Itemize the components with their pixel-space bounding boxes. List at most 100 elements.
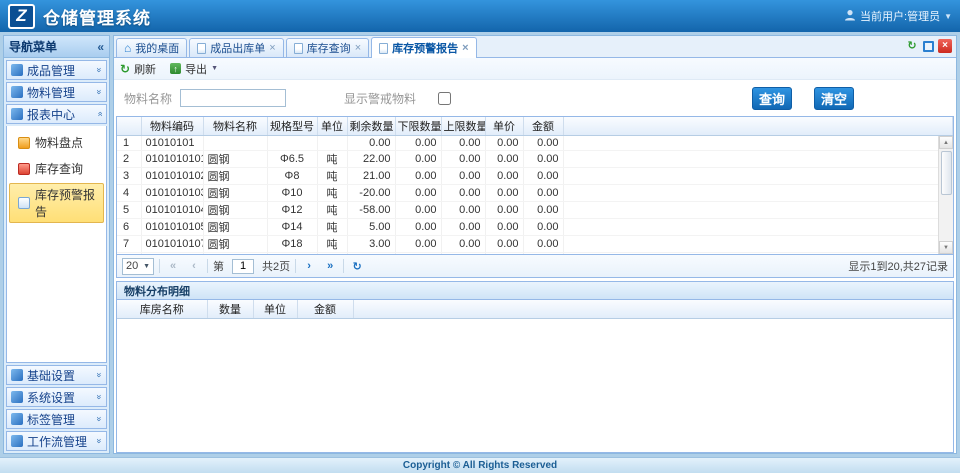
col-spec-model[interactable]: 规格型号 bbox=[267, 117, 317, 135]
col-rownum bbox=[117, 117, 141, 135]
home-icon: ⌂ bbox=[124, 42, 131, 54]
scroll-down-icon[interactable]: ▼ bbox=[939, 241, 953, 254]
next-page-button[interactable]: › bbox=[301, 258, 317, 274]
sidebar-item-stock-query[interactable]: 库存查询 bbox=[9, 157, 104, 180]
label-module-icon bbox=[11, 413, 23, 425]
sidebar-group-material-mgmt[interactable]: 物料管理 » bbox=[6, 82, 107, 102]
detail-section-header: 物料分布明细 bbox=[116, 281, 954, 300]
cell-upper-limit: 0.00 bbox=[441, 201, 485, 218]
cell-rownum: 3 bbox=[117, 167, 141, 184]
sidebar-group-workflow-mgmt[interactable]: 工作流管理 » bbox=[6, 431, 107, 451]
page-size-select[interactable]: 20 ▼ bbox=[122, 258, 154, 275]
clear-button[interactable]: 清空 bbox=[814, 87, 854, 110]
document-icon bbox=[379, 43, 388, 54]
detail-section-title: 物料分布明细 bbox=[124, 283, 190, 299]
sidebar-group-report-center[interactable]: 报表中心 » bbox=[6, 104, 107, 124]
chevron-expand-icon: » bbox=[94, 394, 104, 399]
tab-close-icon[interactable]: × bbox=[462, 43, 468, 54]
cell-material-name: 圆钢 bbox=[203, 201, 267, 218]
page-number-input[interactable] bbox=[232, 259, 254, 274]
table-row[interactable]: 5 0101010104 圆钢 Φ12 吨 -58.00 0.00 0.00 0… bbox=[117, 201, 953, 218]
table-row[interactable]: 3 0101010102 圆钢 Φ8 吨 21.00 0.00 0.00 0.0… bbox=[117, 167, 953, 184]
col-amount[interactable]: 金额 bbox=[297, 300, 353, 318]
sidebar-group-label: 系统设置 bbox=[27, 389, 75, 406]
accordion-menu: 成品管理 » 物料管理 » 报表中心 » 物料盘点 bbox=[4, 58, 109, 453]
table-row[interactable]: 1 01010101 0.00 0.00 0.00 0.00 0.00 bbox=[117, 135, 953, 150]
tab-my-desktop[interactable]: ⌂ 我的桌面 bbox=[116, 38, 187, 57]
tabs-refresh-icon[interactable]: ↻ bbox=[905, 39, 919, 53]
last-page-button[interactable]: » bbox=[322, 258, 338, 274]
col-quantity[interactable]: 数量 bbox=[207, 300, 253, 318]
cell-remaining-qty: -58.00 bbox=[347, 201, 395, 218]
cell-rownum: 6 bbox=[117, 218, 141, 235]
sidebar-collapse-icon[interactable]: « bbox=[97, 40, 104, 54]
table-row[interactable]: 8 0101010108 圆钢 Φ19 吨 1.00 0.00 0.00 0.0… bbox=[117, 252, 953, 255]
col-remaining-qty[interactable]: 剩余数量 bbox=[347, 117, 395, 135]
cell-lower-limit: 0.00 bbox=[395, 252, 441, 255]
cell-material-code: 0101010104 bbox=[141, 201, 203, 218]
cell-spec-model: Φ12 bbox=[267, 201, 317, 218]
pagination-bar: 20 ▼ « ‹ 第 共2页 › » ↻ 显示1到20,共27记录 bbox=[116, 255, 954, 278]
basic-settings-icon bbox=[11, 369, 23, 381]
tab-close-icon[interactable]: × bbox=[269, 43, 275, 54]
export-button[interactable]: ↑ 导出 ▼ bbox=[170, 61, 218, 77]
col-material-code[interactable]: 物料编码 bbox=[141, 117, 203, 135]
tab-close-icon[interactable]: × bbox=[355, 43, 361, 54]
export-label: 导出 bbox=[185, 61, 207, 77]
current-user-menu[interactable]: 当前用户:管理员 ▼ bbox=[844, 8, 952, 24]
cell-unit: 吨 bbox=[317, 184, 347, 201]
cell-rownum: 7 bbox=[117, 235, 141, 252]
grid-toolbar: ↻ 刷新 ↑ 导出 ▼ bbox=[114, 58, 956, 80]
sidebar-group-system-settings[interactable]: 系统设置 » bbox=[6, 387, 107, 407]
col-unit-price[interactable]: 单价 bbox=[485, 117, 523, 135]
sidebar-group-basic-settings[interactable]: 基础设置 » bbox=[6, 365, 107, 385]
cell-spec-model: Φ14 bbox=[267, 218, 317, 235]
cell-material-code: 0101010101 bbox=[141, 150, 203, 167]
cell-upper-limit: 0.00 bbox=[441, 135, 485, 150]
page-size-value: 20 bbox=[126, 260, 138, 272]
cell-lower-limit: 0.00 bbox=[395, 184, 441, 201]
show-warning-checkbox[interactable] bbox=[438, 92, 451, 105]
sidebar-group-product-mgmt[interactable]: 成品管理 » bbox=[6, 60, 107, 80]
tabs-maximize-icon[interactable] bbox=[923, 41, 934, 52]
query-button[interactable]: 查询 bbox=[752, 87, 792, 110]
navigation-sidebar: 导航菜单 « 成品管理 » 物料管理 » 报表中心 » bbox=[3, 35, 110, 454]
table-row[interactable]: 6 0101010105 圆钢 Φ14 吨 5.00 0.00 0.00 0.0… bbox=[117, 218, 953, 235]
col-upper-limit[interactable]: 上限数量 bbox=[441, 117, 485, 135]
tabs-close-icon[interactable]: × bbox=[938, 39, 952, 53]
col-unit[interactable]: 单位 bbox=[317, 117, 347, 135]
pager-separator bbox=[343, 259, 344, 273]
col-unit[interactable]: 单位 bbox=[253, 300, 297, 318]
pager-refresh-icon[interactable]: ↻ bbox=[349, 258, 365, 274]
pager-separator bbox=[159, 259, 160, 273]
application-window: Z 仓储管理系统 当前用户:管理员 ▼ 导航菜单 « 成品管理 » bbox=[0, 0, 960, 473]
first-page-button[interactable]: « bbox=[165, 258, 181, 274]
material-name-input[interactable] bbox=[180, 89, 286, 107]
grid-vertical-scrollbar[interactable]: ▲ ▼ bbox=[938, 136, 953, 254]
col-material-name[interactable]: 物料名称 bbox=[203, 117, 267, 135]
document-icon bbox=[294, 43, 303, 54]
table-row[interactable]: 2 0101010101 圆钢 Φ6.5 吨 22.00 0.00 0.00 0… bbox=[117, 150, 953, 167]
refresh-button[interactable]: ↻ 刷新 bbox=[120, 61, 156, 77]
sidebar-group-label-mgmt[interactable]: 标签管理 » bbox=[6, 409, 107, 429]
sidebar-item-material-check[interactable]: 物料盘点 bbox=[9, 131, 104, 154]
table-row[interactable]: 7 0101010107 圆钢 Φ18 吨 3.00 0.00 0.00 0.0… bbox=[117, 235, 953, 252]
tab-warning-report[interactable]: 库存预警报告 × bbox=[371, 37, 476, 58]
sidebar-item-warning-report[interactable]: 库存预警报告 bbox=[9, 183, 104, 223]
col-amount[interactable]: 金额 bbox=[523, 117, 563, 135]
sidebar-group-label: 报表中心 bbox=[27, 106, 75, 123]
prev-page-button[interactable]: ‹ bbox=[186, 258, 202, 274]
tab-stock-query[interactable]: 库存查询 × bbox=[286, 38, 369, 57]
cell-remaining-qty: 22.00 bbox=[347, 150, 395, 167]
col-lower-limit[interactable]: 下限数量 bbox=[395, 117, 441, 135]
cell-unit bbox=[317, 135, 347, 150]
table-row[interactable]: 4 0101010103 圆钢 Φ10 吨 -20.00 0.00 0.00 0… bbox=[117, 184, 953, 201]
sidebar-item-label: 物料盘点 bbox=[35, 134, 83, 151]
col-warehouse-name[interactable]: 库房名称 bbox=[117, 300, 207, 318]
scrollbar-thumb[interactable] bbox=[941, 151, 952, 195]
scroll-up-icon[interactable]: ▲ bbox=[939, 136, 953, 149]
cell-material-code: 0101010107 bbox=[141, 235, 203, 252]
cell-remaining-qty: 21.00 bbox=[347, 167, 395, 184]
tab-product-outbound[interactable]: 成品出库单 × bbox=[189, 38, 283, 57]
cell-spec-model: Φ8 bbox=[267, 167, 317, 184]
